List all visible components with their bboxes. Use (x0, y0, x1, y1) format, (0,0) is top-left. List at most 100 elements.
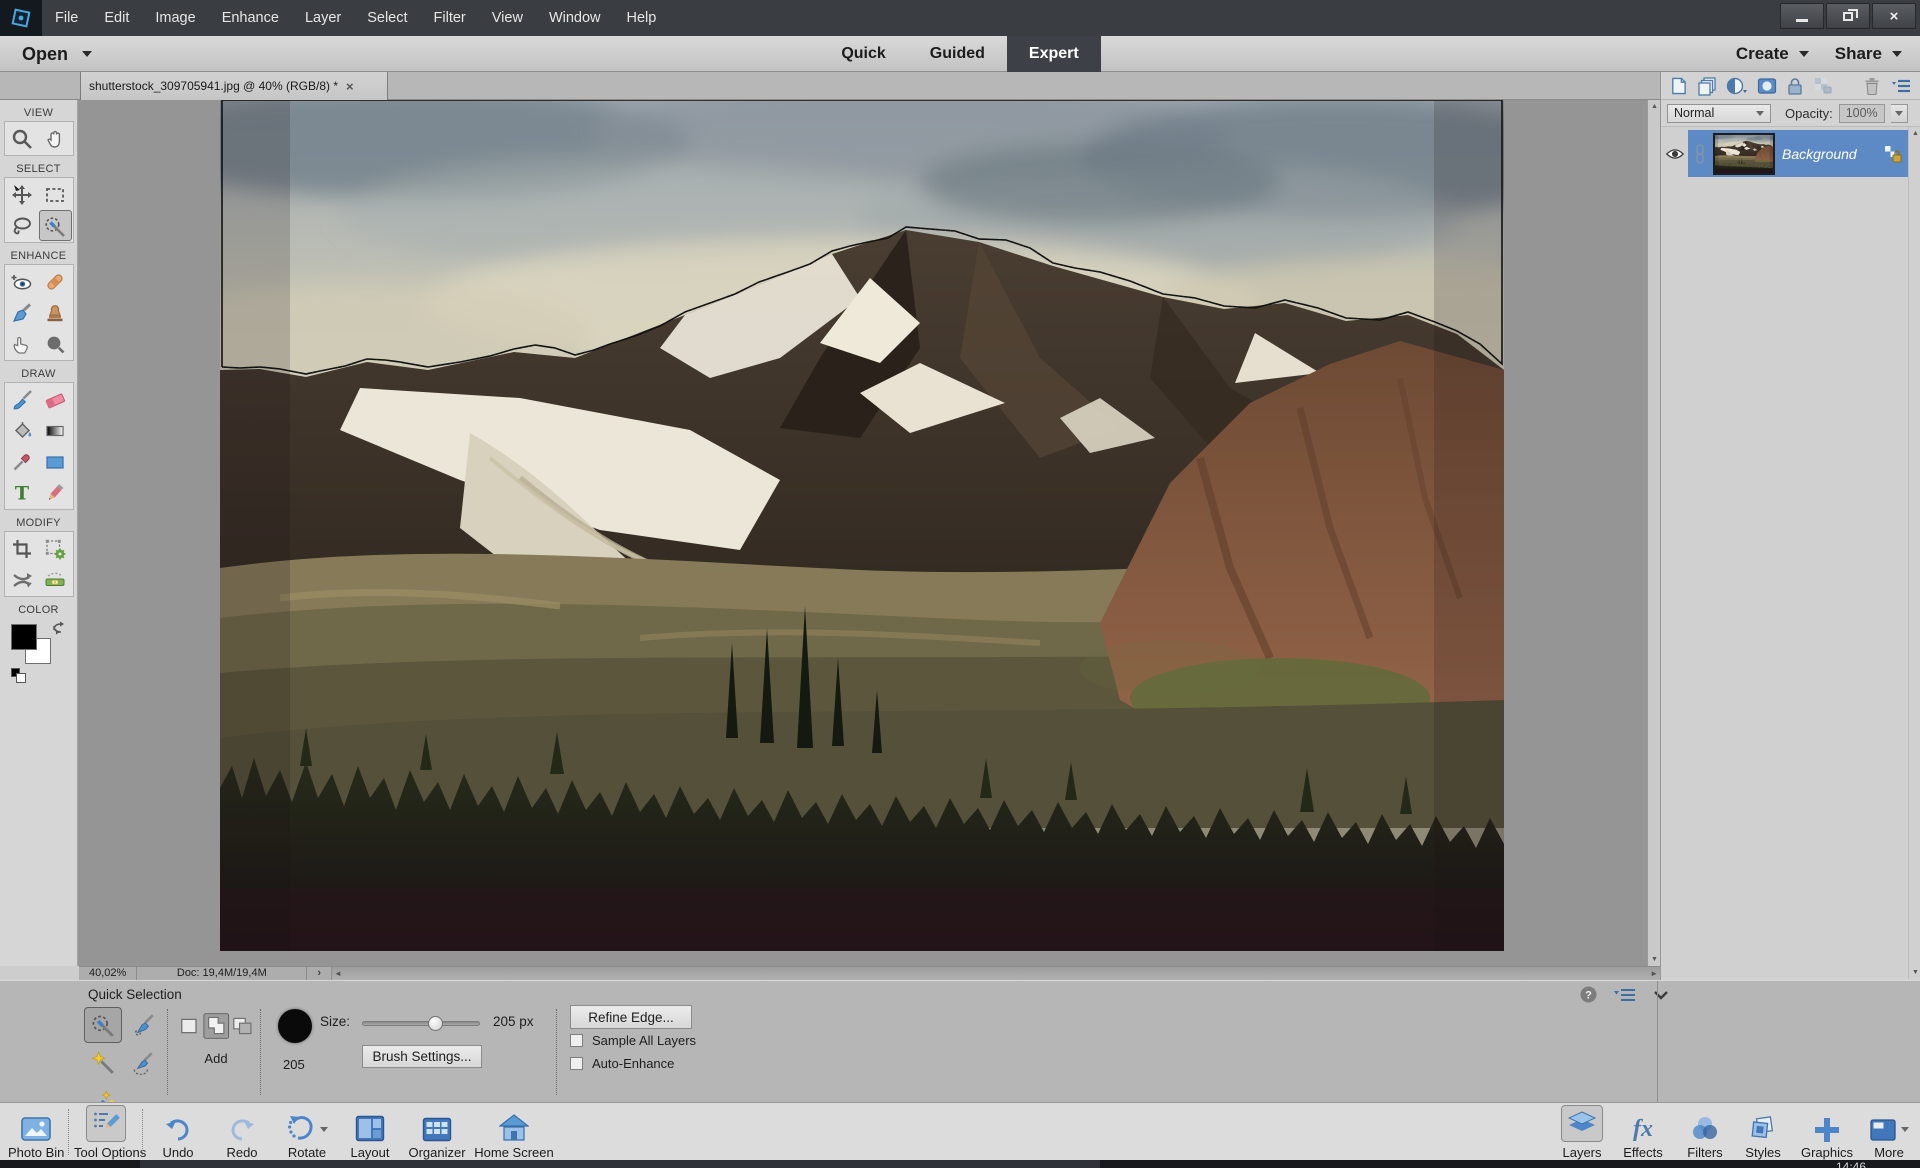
help-icon[interactable]: ? (1580, 986, 1597, 1003)
menu-select[interactable]: Select (354, 0, 420, 36)
straighten-tool[interactable] (39, 564, 72, 595)
home-screen-button[interactable]: Home Screen (474, 1106, 554, 1160)
document-size-info[interactable]: Doc: 19,4M/19,4M (137, 967, 307, 981)
gradient-tool[interactable] (39, 415, 72, 446)
menu-filter[interactable]: Filter (421, 0, 479, 36)
filters-button[interactable]: Filters (1678, 1106, 1732, 1160)
size-slider[interactable] (362, 1021, 480, 1026)
foreground-color-swatch[interactable] (11, 624, 37, 650)
menu-edit[interactable]: Edit (91, 0, 142, 36)
size-slider-handle[interactable] (428, 1016, 443, 1031)
collapse-chevron-icon[interactable] (1653, 990, 1669, 1000)
menu-help[interactable]: Help (614, 0, 670, 36)
refine-selection-brush-variant[interactable] (124, 1045, 162, 1081)
content-aware-move-tool[interactable] (6, 564, 39, 595)
layer-row-background[interactable]: Background (1661, 130, 1909, 177)
default-colors-icon[interactable] (11, 668, 20, 677)
zoom-percentage[interactable]: 40,02% (79, 967, 137, 981)
magic-wand-variant[interactable] (84, 1045, 122, 1081)
layer-thumbnail[interactable] (1713, 133, 1775, 175)
quick-selection-tool[interactable] (39, 210, 72, 241)
brush-settings-button[interactable]: Brush Settings... (362, 1045, 482, 1068)
brush-tool[interactable] (6, 384, 39, 415)
organizer-button[interactable]: Organizer (404, 1106, 470, 1160)
type-tool[interactable]: T (6, 477, 39, 508)
tab-quick[interactable]: Quick (819, 36, 907, 72)
shape-tool[interactable] (39, 446, 72, 477)
selection-brush-variant[interactable] (124, 1007, 162, 1043)
spot-healing-tool[interactable] (39, 266, 72, 297)
tab-guided[interactable]: Guided (908, 36, 1007, 72)
document-tab[interactable]: shutterstock_309705941.jpg @ 40% (RGB/8)… (80, 72, 388, 100)
canvas-area[interactable] (79, 100, 1647, 966)
opacity-input[interactable]: 100% (1839, 104, 1885, 123)
layer-visibility-toggle[interactable] (1661, 146, 1688, 162)
move-tool[interactable] (6, 179, 39, 210)
smudge-tool[interactable] (6, 328, 39, 359)
new-layer-icon[interactable] (1669, 76, 1688, 96)
hscroll-right-icon[interactable]: ► (1650, 969, 1658, 978)
duplicate-layer-icon[interactable] (1697, 76, 1717, 96)
menu-window[interactable]: Window (536, 0, 614, 36)
graphics-button[interactable]: Graphics (1794, 1106, 1860, 1160)
quick-selection-variant[interactable] (84, 1007, 122, 1043)
redo-button[interactable]: Redo (216, 1106, 268, 1160)
share-button[interactable]: Share (1835, 44, 1902, 64)
photo-bin-button[interactable]: Photo Bin (8, 1106, 64, 1160)
blur-tool[interactable] (39, 328, 72, 359)
auto-enhance-checkbox[interactable] (570, 1057, 583, 1070)
brush-preview[interactable] (278, 1009, 312, 1043)
crop-tool[interactable] (6, 533, 39, 564)
hscroll-left-icon[interactable]: ◄ (334, 969, 342, 978)
zoom-tool[interactable] (6, 123, 39, 154)
opacity-dropdown-button[interactable] (1891, 104, 1908, 123)
more-button[interactable]: More (1864, 1106, 1914, 1160)
lasso-tool[interactable] (6, 210, 39, 241)
layer-mask-icon[interactable] (1757, 76, 1777, 96)
lock-transparency-icon[interactable] (1813, 76, 1833, 96)
menu-image[interactable]: Image (142, 0, 208, 36)
blend-mode-select[interactable]: Normal (1667, 104, 1771, 123)
restore-button[interactable] (1826, 3, 1870, 29)
menu-view[interactable]: View (479, 0, 536, 36)
layers-button[interactable]: Layers (1556, 1106, 1608, 1160)
clone-stamp-tool[interactable] (39, 297, 72, 328)
selected-layer[interactable]: Background (1688, 130, 1909, 177)
options-menu-icon[interactable] (1613, 987, 1637, 1003)
effects-button[interactable]: fx Effects (1614, 1106, 1672, 1160)
menu-enhance[interactable]: Enhance (209, 0, 292, 36)
close-button[interactable]: × (1872, 3, 1916, 29)
create-button[interactable]: Create (1736, 44, 1809, 64)
eraser-tool[interactable] (39, 384, 72, 415)
rotate-button[interactable]: Rotate (278, 1106, 336, 1160)
menu-file[interactable]: File (42, 0, 91, 36)
lock-icon[interactable] (1786, 76, 1804, 96)
link-icon[interactable] (1694, 143, 1706, 165)
horizontal-scrollbar[interactable]: ◄ ► (332, 967, 1660, 981)
tool-options-button[interactable]: Tool Options (74, 1106, 138, 1160)
trash-icon[interactable] (1863, 76, 1881, 96)
mode-new-icon[interactable] (178, 1013, 201, 1039)
paint-bucket-tool[interactable] (6, 415, 39, 446)
panel-menu-icon[interactable] (1890, 77, 1912, 95)
panel-scroll-up-icon[interactable]: ▲ (1909, 127, 1920, 140)
tab-expert[interactable]: Expert (1007, 36, 1101, 72)
panel-scroll-down-icon[interactable]: ▼ (1909, 966, 1920, 979)
document-close-icon[interactable]: × (346, 79, 354, 94)
marquee-tool[interactable] (39, 179, 72, 210)
recompose-tool[interactable] (39, 533, 72, 564)
sample-all-layers-checkbox[interactable] (570, 1034, 583, 1047)
hand-tool[interactable] (39, 123, 72, 154)
refine-edge-button[interactable]: Refine Edge... (570, 1005, 692, 1029)
minimize-button[interactable] (1780, 3, 1824, 29)
styles-button[interactable]: Styles (1738, 1106, 1788, 1160)
swap-colors-icon[interactable] (51, 620, 67, 636)
layout-button[interactable]: Layout (344, 1106, 396, 1160)
red-eye-tool[interactable] (6, 266, 39, 297)
menu-layer[interactable]: Layer (292, 0, 354, 36)
document-image[interactable] (220, 100, 1504, 951)
rotate-caret-icon[interactable] (320, 1127, 328, 1132)
mode-subtract-icon[interactable] (231, 1013, 254, 1039)
smart-brush-tool[interactable] (6, 297, 39, 328)
eyedropper-tool[interactable] (6, 446, 39, 477)
